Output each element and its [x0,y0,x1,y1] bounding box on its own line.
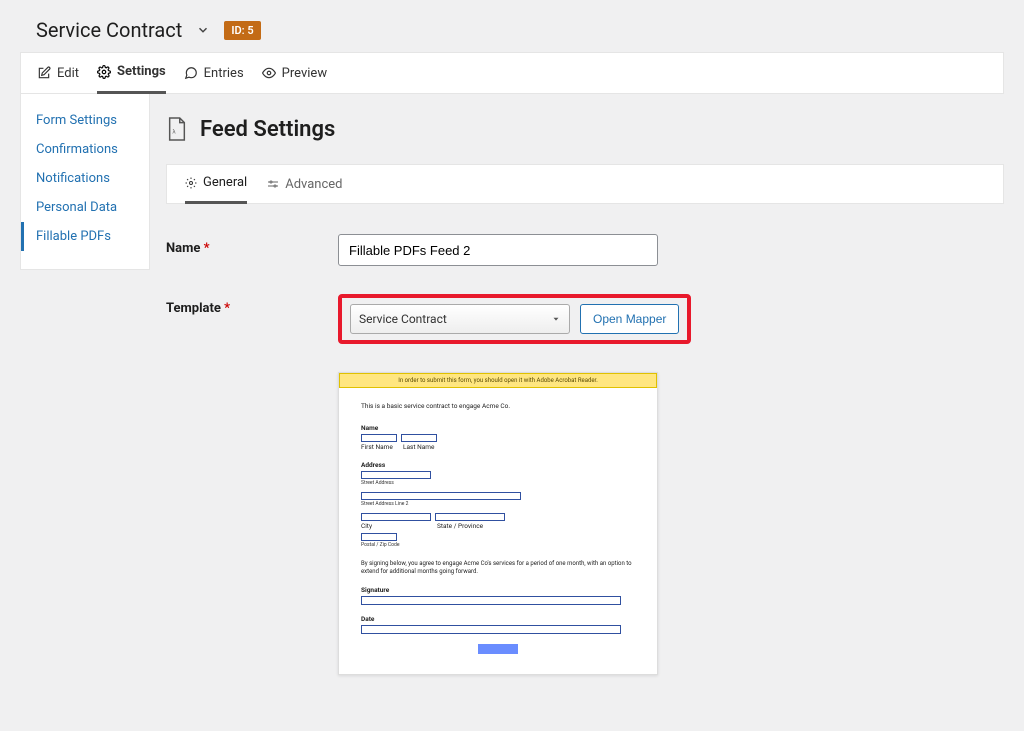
svg-text:λ: λ [172,129,176,136]
pdf-street2: Street Address Line 2 [361,501,635,507]
subtab-label: Advanced [285,177,342,192]
feed-name-input[interactable] [338,234,658,266]
name-label: Name * [166,234,338,256]
tab-edit[interactable]: Edit [37,52,79,94]
pdf-intro: This is a basic service contract to enga… [361,402,635,410]
pdf-signature-label: Signature [361,586,635,594]
tab-label: Preview [282,66,327,81]
edit-icon [37,66,51,80]
subtab-advanced[interactable]: Advanced [267,164,342,204]
pdf-submit-button [478,644,518,654]
template-label: Template * [166,294,338,316]
subtab-general[interactable]: General [185,164,247,204]
template-selected: Service Contract [359,312,447,326]
pdf-city: City [361,522,433,530]
pdf-state: State / Province [437,522,483,530]
tab-label: Edit [57,66,79,81]
sidebar-item-fillable-pdfs[interactable]: Fillable PDFs [21,222,149,251]
pdf-name-label: Name [361,424,635,432]
settings-sidebar: Form Settings Confirmations Notification… [20,94,150,270]
tab-label: Entries [204,66,244,81]
chat-icon [184,66,198,80]
gear-icon [185,177,197,189]
pdf-date-label: Date [361,615,635,623]
chevron-down-icon[interactable] [196,23,210,37]
id-badge: ID: 5 [224,21,260,40]
pdf-banner: In order to submit this form, you should… [339,373,657,388]
page-title: Service Contract [36,18,182,42]
sidebar-item-confirmations[interactable]: Confirmations [21,135,149,164]
pdf-street: Street Address [361,480,635,486]
pdf-address-label: Address [361,461,635,469]
open-mapper-button[interactable]: Open Mapper [580,304,679,334]
pdf-postal: Postal / Zip Code [361,542,635,548]
sidebar-item-personal-data[interactable]: Personal Data [21,193,149,222]
tab-entries[interactable]: Entries [184,52,244,94]
template-highlight: Service Contract Open Mapper [338,294,691,344]
sliders-icon [267,178,279,190]
sidebar-item-form-settings[interactable]: Form Settings [21,106,149,135]
sidebar-item-notifications[interactable]: Notifications [21,164,149,193]
eye-icon [262,66,276,80]
template-select[interactable]: Service Contract [350,304,570,334]
pdf-first-name: First Name [361,443,399,451]
caret-down-icon [551,314,561,324]
subtab-label: General [203,175,247,190]
gear-icon [97,65,111,79]
tab-settings[interactable]: Settings [97,52,166,94]
pdf-consent: By signing below, you agree to engage Ac… [361,560,635,576]
top-tabs: Edit Settings Entries Preview [20,52,1004,94]
pdf-icon: λ [166,116,188,142]
feed-settings-title: Feed Settings [200,117,335,142]
pdf-preview: In order to submit this form, you should… [338,372,658,675]
tab-preview[interactable]: Preview [262,52,327,94]
sub-tabs: General Advanced [166,164,1004,204]
pdf-last-name: Last Name [403,443,434,451]
tab-label: Settings [117,64,166,79]
